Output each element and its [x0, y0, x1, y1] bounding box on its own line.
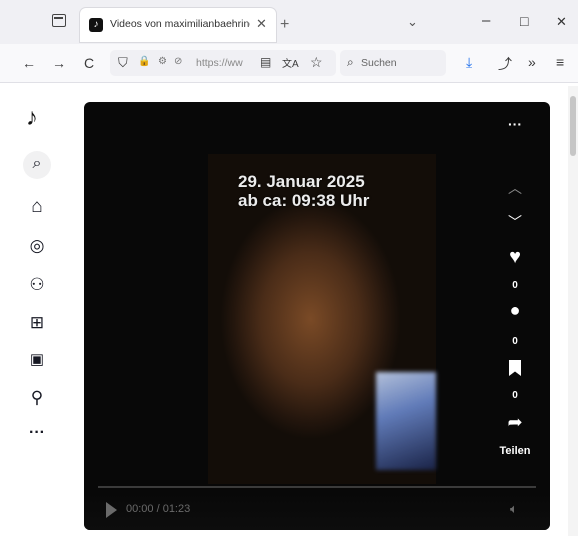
list-all-tabs-icon[interactable]: ⌄ [407, 14, 418, 30]
maximize-button[interactable]: □ [520, 13, 528, 29]
volume-icon[interactable]: 🔈︎ [510, 501, 518, 517]
search-placeholder: Suchen [361, 57, 397, 69]
video-more-button[interactable]: ··· [504, 116, 526, 132]
progress-bar[interactable] [98, 486, 536, 488]
more-icon[interactable]: ··· [26, 424, 48, 442]
menu-icon[interactable]: ≡ [556, 54, 564, 70]
window-light [376, 372, 436, 470]
tab-strip: ♪ Videos von maximilianbaehring ✕ + ⌄ – … [0, 0, 578, 44]
video-overlay-text: 29. Januar 2025 ab ca: 09:38 Uhr [238, 172, 369, 210]
reload-icon[interactable]: C [84, 55, 94, 71]
blocked-icon[interactable]: ⊘ [174, 56, 182, 67]
like-heart-icon[interactable]: ♥ [495, 246, 535, 269]
permissions-icon[interactable]: ⚙ [158, 56, 167, 67]
upload-icon[interactable]: ⊞ [26, 313, 48, 333]
url-text: https://ww [196, 57, 243, 69]
save-bookmark-icon[interactable] [509, 360, 521, 376]
explore-icon[interactable]: ◎ [26, 236, 48, 256]
search-icon: ⌕ [347, 55, 354, 69]
like-count: 0 [512, 280, 518, 291]
following-icon[interactable]: ⚇ [26, 275, 48, 295]
translate-icon[interactable]: 文A [282, 55, 299, 70]
search-box[interactable]: ⌕ Suchen [340, 50, 446, 76]
url-bar[interactable]: ⛉ 🔒 ⚙ ⊘ https://ww ▤ 文A ☆ [110, 50, 336, 76]
next-video-icon[interactable]: ﹀ [495, 212, 535, 232]
close-window-button[interactable]: ✕ [556, 14, 567, 30]
search-icon[interactable]: ⌕ [26, 155, 48, 173]
reader-view-icon[interactable]: ▤ [260, 55, 271, 69]
play-icon[interactable] [106, 502, 117, 518]
tracking-shield-icon[interactable]: ⛉ [118, 55, 128, 71]
page-scrollbar[interactable] [568, 86, 578, 536]
tab-manager-icon[interactable] [52, 14, 66, 27]
live-icon[interactable]: ▣ [26, 350, 48, 368]
overlay-date: 29. Januar 2025 [238, 172, 365, 191]
tab-active[interactable]: ♪ Videos von maximilianbaehring ✕ [80, 8, 276, 42]
share-label[interactable]: Teilen [486, 445, 544, 457]
profile-icon[interactable]: ⚲ [26, 388, 48, 408]
home-icon[interactable]: ⌂ [26, 196, 48, 218]
minimize-button[interactable]: – [482, 12, 490, 29]
new-tab-button[interactable]: + [280, 16, 289, 34]
share-arrow-icon[interactable]: ➦ [495, 412, 535, 433]
save-count: 0 [512, 390, 518, 401]
video-player[interactable]: 29. Januar 2025 ab ca: 09:38 Uhr ··· ︿ ﹀… [84, 102, 550, 530]
overflow-icon[interactable]: » [528, 54, 536, 70]
forward-icon[interactable]: → [52, 55, 66, 71]
tiktok-logo-icon[interactable]: ♪ [26, 104, 52, 132]
share-toolbar-icon[interactable]: ⤴ [498, 54, 512, 74]
previous-video-icon[interactable]: ︿ [495, 178, 535, 198]
overlay-time: ab ca: 09:38 Uhr [238, 191, 370, 210]
scrollbar-thumb[interactable] [570, 96, 576, 156]
tab-title: Videos von maximilianbaehring [110, 18, 250, 30]
back-icon[interactable]: ← [22, 55, 36, 71]
tab-close-icon[interactable]: ✕ [256, 16, 267, 32]
lock-icon[interactable]: 🔒 [138, 56, 150, 67]
playback-time: 00:00 / 01:23 [126, 503, 191, 515]
download-icon[interactable]: ⤓ [466, 54, 472, 71]
comment-icon[interactable]: ● [495, 300, 535, 321]
comment-count: 0 [512, 336, 518, 347]
bookmark-star-icon[interactable]: ☆ [310, 54, 323, 71]
tiktok-favicon-icon: ♪ [89, 18, 103, 32]
